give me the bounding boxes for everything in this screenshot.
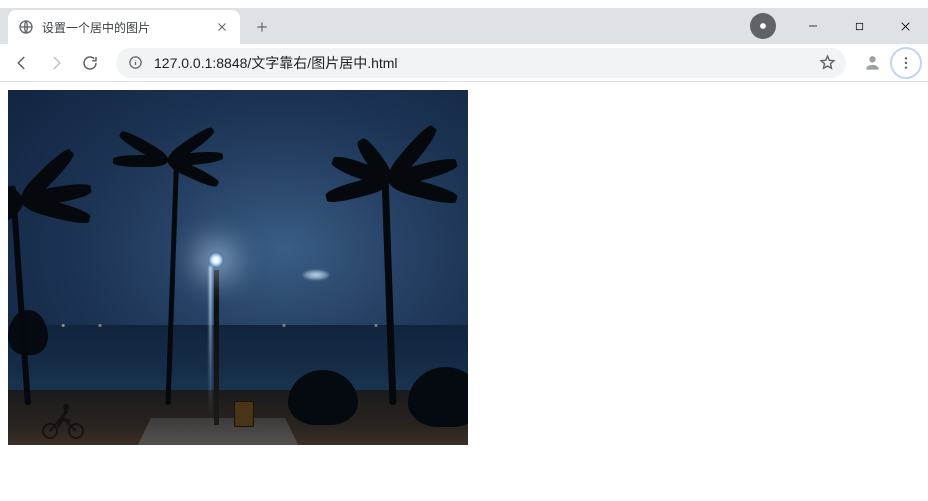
profile-badge-icon[interactable]: [750, 13, 776, 39]
profile-button[interactable]: [856, 47, 888, 79]
window-controls: [750, 8, 928, 44]
menu-button[interactable]: [890, 47, 922, 79]
minimize-button[interactable]: [790, 11, 836, 41]
forward-button[interactable]: [40, 47, 72, 79]
address-bar[interactable]: 127.0.0.1:8848/文字靠右/图片居中.html: [116, 48, 846, 78]
url-text: 127.0.0.1:8848/文字靠右/图片居中.html: [154, 53, 808, 73]
new-tab-button[interactable]: [248, 13, 276, 41]
maximize-button[interactable]: [836, 11, 882, 41]
site-info-icon[interactable]: [126, 54, 144, 72]
window-titlebar: [0, 0, 928, 8]
reload-button[interactable]: [74, 47, 106, 79]
content-image: [8, 90, 468, 445]
close-window-button[interactable]: [882, 11, 928, 41]
back-button[interactable]: [6, 47, 38, 79]
page-viewport: [0, 82, 928, 501]
globe-icon: [18, 19, 34, 35]
close-tab-icon[interactable]: [214, 19, 230, 35]
browser-tab[interactable]: 设置一个居中的图片: [8, 10, 240, 44]
bookmark-star-icon[interactable]: [818, 54, 836, 72]
browser-toolbar: 127.0.0.1:8848/文字靠右/图片居中.html: [0, 44, 928, 82]
tab-strip: 设置一个居中的图片: [0, 8, 928, 44]
tab-title: 设置一个居中的图片: [42, 19, 214, 36]
